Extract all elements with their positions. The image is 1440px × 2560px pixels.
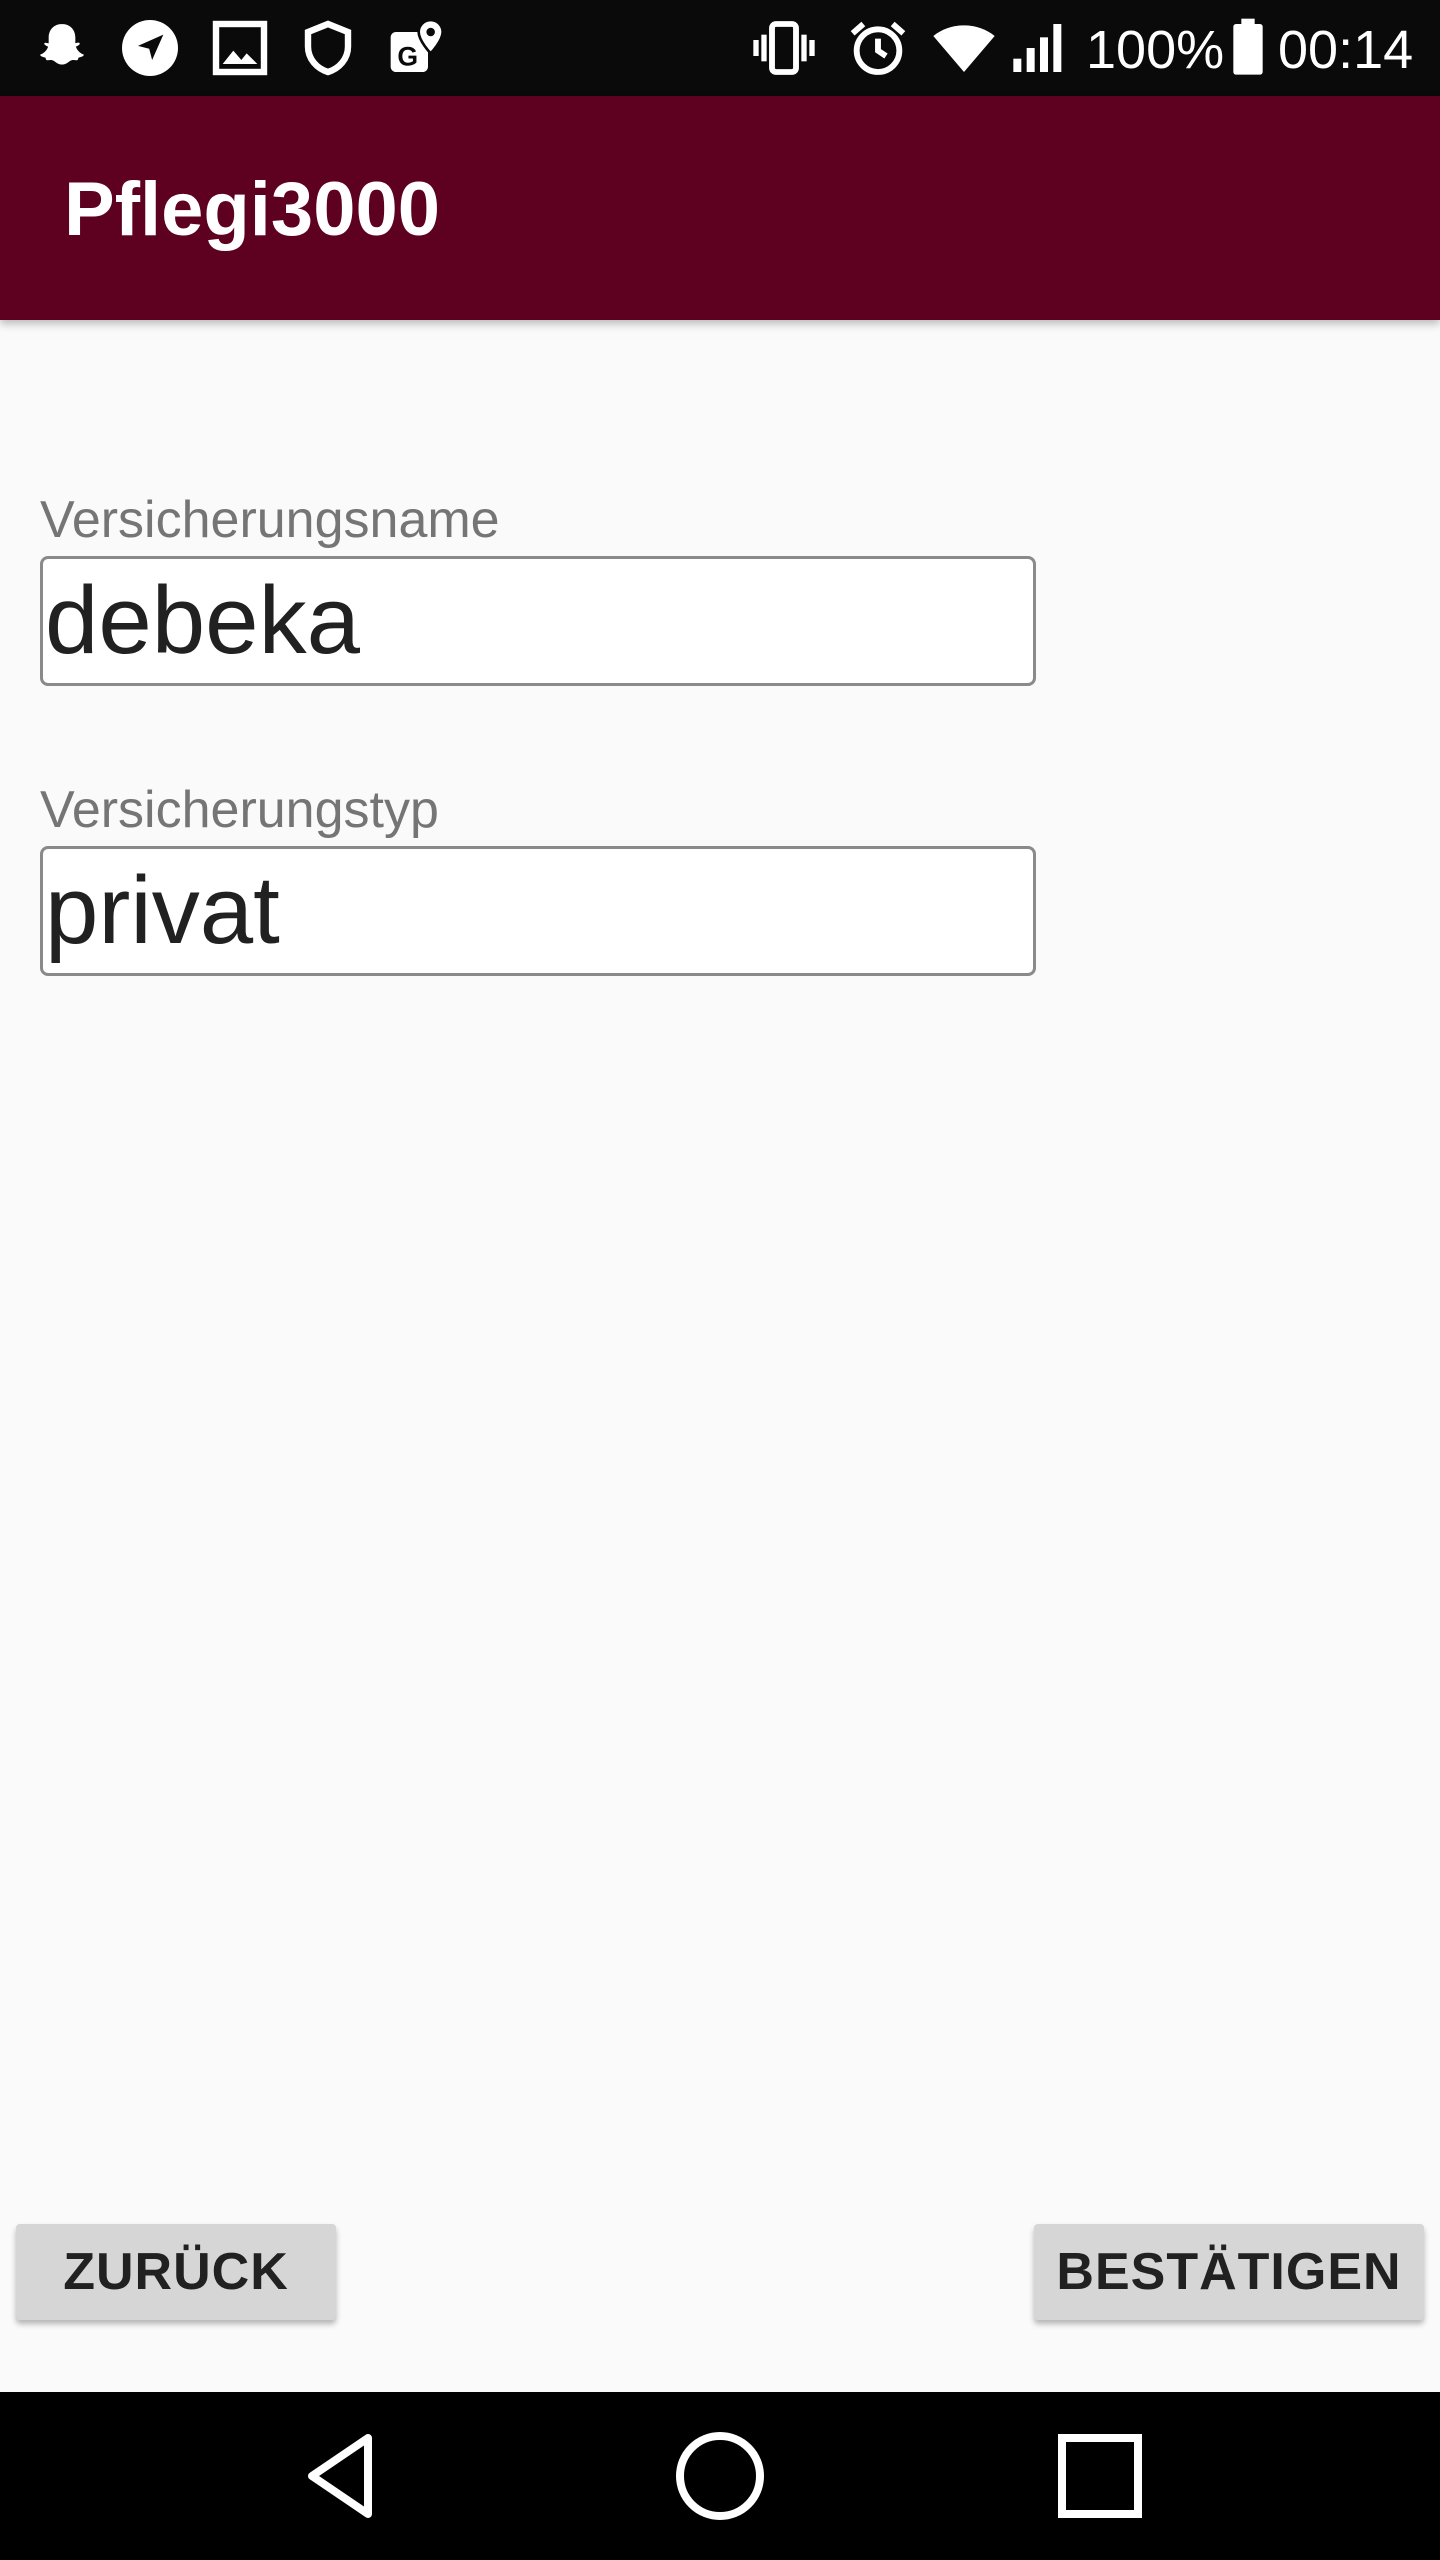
- home-circle-icon[interactable]: [660, 2416, 780, 2536]
- confirm-button[interactable]: BESTÄTIGEN: [1034, 2224, 1424, 2320]
- insurance-name-label: Versicherungsname: [40, 491, 500, 549]
- app-title: Pflegi3000: [64, 167, 440, 252]
- clock: 00:14: [1278, 20, 1414, 80]
- back-button[interactable]: ZURÜCK: [16, 2224, 336, 2320]
- signal-icon: [1008, 16, 1072, 80]
- google-maps-icon: G: [384, 16, 448, 80]
- battery-icon: [1216, 16, 1280, 80]
- image-icon: [208, 16, 272, 80]
- status-bar: G 100% 00:14: [0, 0, 1440, 96]
- insurance-name-field-box: [40, 556, 1036, 686]
- insurance-type-label: Versicherungstyp: [40, 781, 439, 839]
- recents-square-icon[interactable]: [1040, 2416, 1160, 2536]
- wifi-icon: [932, 16, 996, 80]
- navigation-icon: [118, 16, 182, 80]
- battery-percent: 100%: [1086, 20, 1225, 80]
- insurance-type-input[interactable]: [43, 849, 1033, 973]
- alarm-icon: [846, 16, 910, 80]
- vibrate-icon: [752, 16, 816, 80]
- screen: G 100% 00:14 Pflegi3000 Versicherungsnam…: [0, 0, 1440, 2560]
- app-bar: Pflegi3000: [0, 96, 1440, 320]
- insurance-name-input[interactable]: [43, 559, 1033, 683]
- insurance-type-field-box: [40, 846, 1036, 976]
- snapchat-icon: [30, 16, 94, 80]
- back-triangle-icon[interactable]: [280, 2416, 400, 2536]
- shield-icon: [296, 16, 360, 80]
- svg-text:G: G: [397, 41, 418, 71]
- navigation-bar: [0, 2392, 1440, 2560]
